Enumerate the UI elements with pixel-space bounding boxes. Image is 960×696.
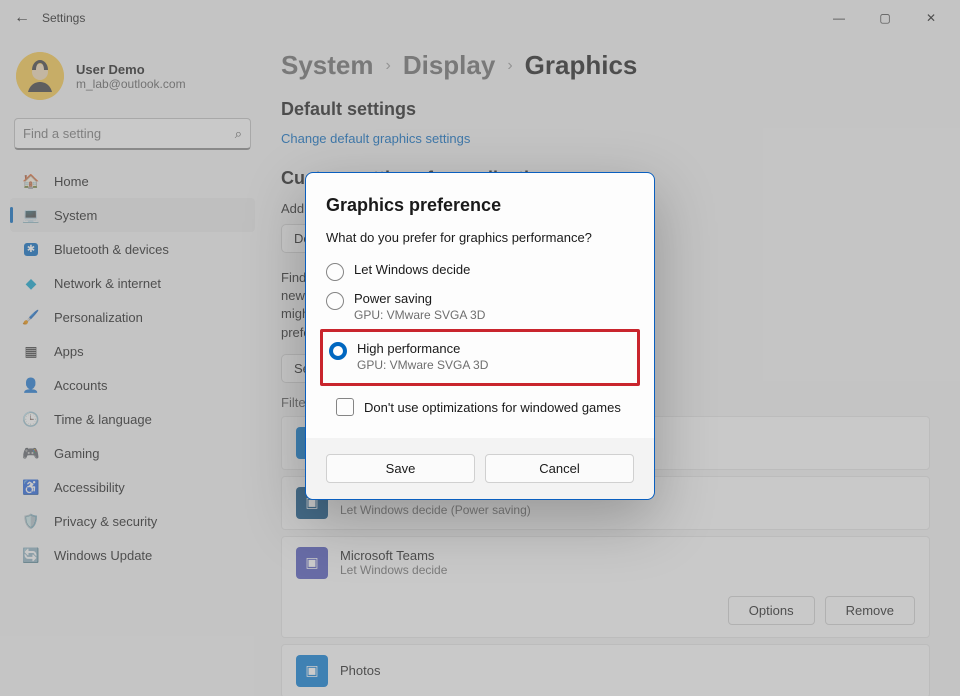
radio-let-windows-decide[interactable]: Let Windows decide (326, 257, 634, 286)
radio-icon (326, 292, 344, 310)
dialog-title: Graphics preference (326, 195, 634, 216)
cancel-button[interactable]: Cancel (485, 454, 634, 483)
save-button[interactable]: Save (326, 454, 475, 483)
radio-high-performance-highlighted: High performance GPU: VMware SVGA 3D (320, 329, 640, 386)
checkbox-icon (336, 398, 354, 416)
radio-high-performance[interactable]: High performance GPU: VMware SVGA 3D (329, 336, 631, 377)
radio-icon (326, 263, 344, 281)
graphics-preference-dialog: Graphics preference What do you prefer f… (305, 172, 655, 500)
dialog-question: What do you prefer for graphics performa… (326, 230, 634, 245)
modal-overlay: Graphics preference What do you prefer f… (0, 0, 960, 696)
checkbox-windowed-optimizations[interactable]: Don't use optimizations for windowed gam… (336, 398, 634, 416)
radio-icon-checked (329, 342, 347, 360)
radio-power-saving[interactable]: Power saving GPU: VMware SVGA 3D (326, 286, 634, 327)
